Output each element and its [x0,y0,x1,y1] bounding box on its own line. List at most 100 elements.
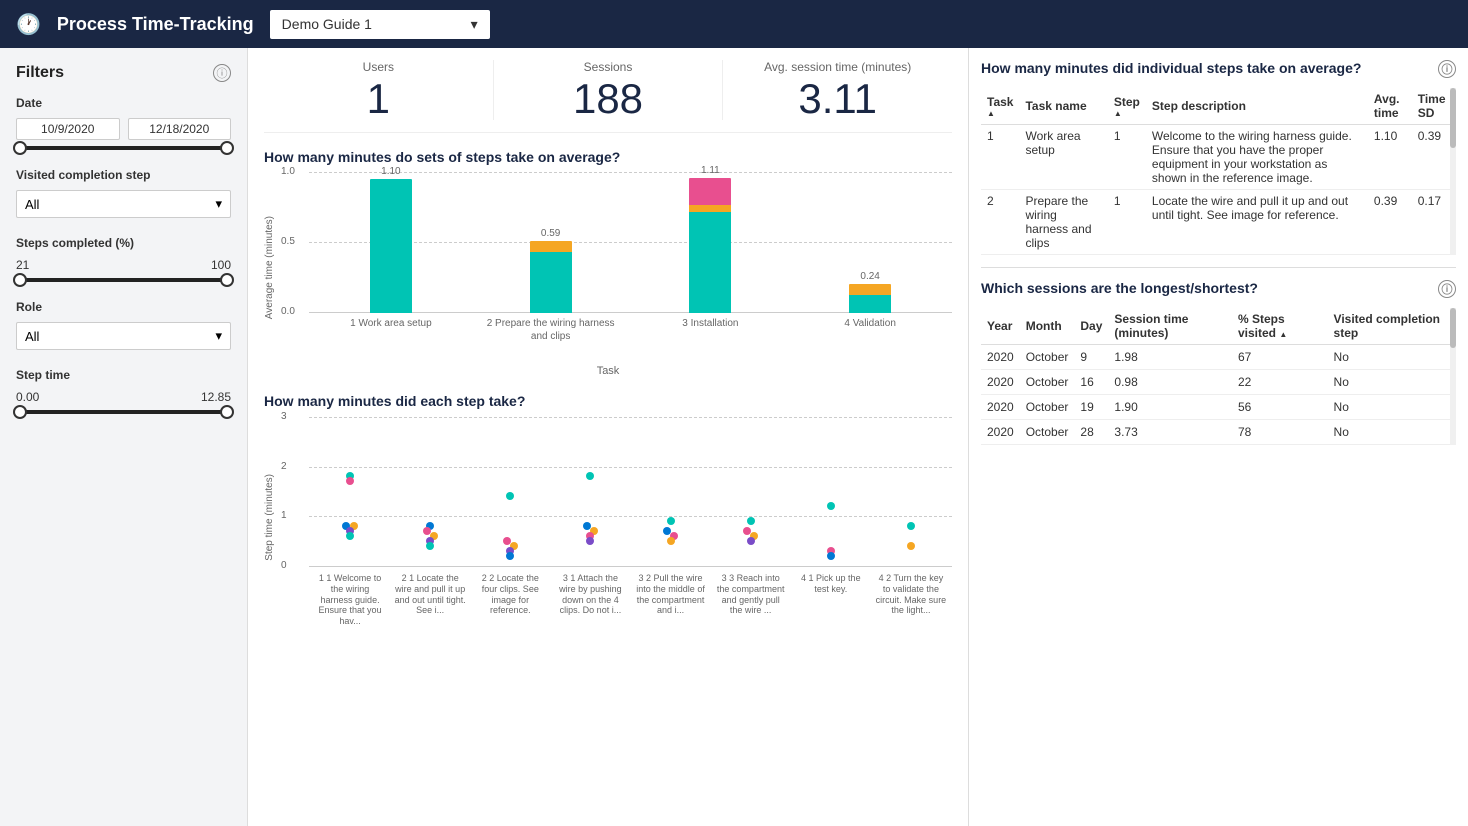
date-range-row: 10/9/2020 12/18/2020 [16,118,231,140]
col-steps-visited: % Steps visited ▲ [1232,308,1328,345]
cell-steps-visited-2: 22 [1232,370,1328,395]
right-panel: How many minutes did individual steps ta… [968,48,1468,826]
scatter-col-2 [394,417,466,567]
scatter-col-3 [474,417,546,567]
cell-steps-visited-4: 78 [1232,420,1328,445]
table-row: 2 Prepare the wiring harness and clips 1… [981,190,1456,255]
step-time-min: 0.00 [16,390,39,404]
bar-4-label: 0.24 [860,271,879,282]
bar-1-x-label: 1 Work area setup [319,317,463,330]
bar-3-pink [689,178,731,205]
session-row: 2020 October 28 3.73 78 No [981,420,1456,445]
cell-month-3: October [1020,395,1075,420]
date-start[interactable]: 10/9/2020 [16,118,120,140]
bar-3-stack [689,178,731,313]
avg-steps-info-icon[interactable]: ⓘ [1438,60,1456,78]
col-year: Year [981,308,1020,345]
cell-year-2: 2020 [981,370,1020,395]
guide-dropdown[interactable]: Demo Guide 1 ▾ [270,10,490,39]
sidebar: Filters ⓘ Date 10/9/2020 12/18/2020 Visi… [0,48,248,826]
session-row: 2020 October 19 1.90 56 No [981,395,1456,420]
bar-3-teal [689,212,731,313]
app-icon: 🕐 [16,12,41,37]
table-scrollbar[interactable] [1450,88,1456,255]
col-task: Task ▲ [981,88,1019,125]
date-end[interactable]: 12/18/2020 [128,118,232,140]
scatter-x-label-5: 3 2 Pull the wire into the middle of the… [635,573,707,616]
step-time-filter: Step time 0.00 12.85 [16,368,231,414]
cell-task-name-2: Prepare the wiring harness and clips [1019,190,1107,255]
scatter-col-5 [635,417,707,567]
main-content: Users 1 Sessions 188 Avg. session time (… [248,48,968,826]
step-time-slider-min-thumb[interactable] [13,405,27,419]
completion-step-dropdown[interactable]: All ▾ [16,190,231,218]
kpi-sessions-label: Sessions [506,60,711,74]
bar-chart-section: How many minutes do sets of steps take o… [264,149,952,377]
main-layout: Filters ⓘ Date 10/9/2020 12/18/2020 Visi… [0,48,1468,826]
col-completion-step: Visited completion step [1328,308,1456,345]
col-step: Step ▲ [1108,88,1146,125]
scatter-col-6 [715,417,787,567]
cell-completion-3: No [1328,395,1456,420]
steps-slider-min-thumb[interactable] [13,273,27,287]
kpi-users-value: 1 [276,78,481,120]
cell-task-2: 2 [981,190,1019,255]
cell-steps-visited-1: 67 [1232,345,1328,370]
scatter-chart-title: How many minutes did each step take? [264,393,952,409]
step-time-max: 12.85 [201,390,231,404]
app-header: 🕐 Process Time-Tracking Demo Guide 1 ▾ [0,0,1468,48]
col-day: Day [1074,308,1108,345]
date-filter: Date 10/9/2020 12/18/2020 [16,96,231,150]
bar-4-teal [849,295,891,313]
role-dropdown[interactable]: All ▾ [16,322,231,350]
bar-2-teal [530,252,572,313]
steps-slider-max-thumb[interactable] [220,273,234,287]
bar-chart-x-label: Task [264,365,952,377]
scatter-chart-section: How many minutes did each step take? Ste… [264,393,952,617]
sessions-scrollbar-thumb [1450,308,1456,348]
cell-day-3: 19 [1074,395,1108,420]
filters-info-icon[interactable]: ⓘ [213,64,231,82]
steps-slider-fill [20,278,227,282]
role-value: All [25,329,39,344]
cell-session-time-3: 1.90 [1108,395,1232,420]
bar-3-label: 1.11 [701,165,720,176]
cell-step-1: 1 [1108,125,1146,190]
steps-completed-filter: Steps completed (%) 21 100 [16,236,231,282]
bar-2-orange [530,241,572,252]
table-row: 1 Work area setup 1 Welcome to the wirin… [981,125,1456,190]
scatter-dots-container [309,417,952,567]
steps-completed-range: 21 100 [16,258,231,272]
bar-2: 0.59 [479,228,623,313]
bar-4: 0.24 [798,271,942,313]
completion-step-value: All [25,197,39,212]
bar-3: 1.11 [639,165,783,313]
scatter-x-label-3: 2 2 Locate the four clips. See image for… [474,573,546,616]
step-time-slider-track [20,410,227,414]
kpi-users: Users 1 [264,60,494,120]
cell-step-2: 1 [1108,190,1146,255]
cell-session-time-1: 1.98 [1108,345,1232,370]
cell-step-desc-2: Locate the wire and pull it up and out u… [1146,190,1368,255]
scatter-x-label-7: 4 1 Pick up the test key. [795,573,867,595]
cell-day-1: 9 [1074,345,1108,370]
scatter-x-label-6: 3 3 Reach into the compartment and gentl… [715,573,787,616]
sessions-scrollbar[interactable] [1450,308,1456,445]
completion-step-label: Visited completion step [16,168,231,182]
sessions-info-icon[interactable]: ⓘ [1438,280,1456,298]
cell-day-2: 16 [1074,370,1108,395]
date-slider-min-thumb[interactable] [13,141,27,155]
date-slider-max-thumb[interactable] [220,141,234,155]
cell-task-1: 1 [981,125,1019,190]
scatter-x-label-8: 4 2 Turn the key to validate the circuit… [875,573,947,616]
cell-year-3: 2020 [981,395,1020,420]
cell-completion-4: No [1328,420,1456,445]
cell-day-4: 28 [1074,420,1108,445]
step-time-slider-max-thumb[interactable] [220,405,234,419]
scatter-col-7 [795,417,867,567]
bar-chart-title: How many minutes do sets of steps take o… [264,149,952,165]
sessions-title: Which sessions are the longest/shortest?… [981,280,1456,298]
avg-steps-section: How many minutes did individual steps ta… [981,60,1456,255]
steps-completed-label: Steps completed (%) [16,236,231,250]
bar-1-segment-teal [370,179,412,313]
